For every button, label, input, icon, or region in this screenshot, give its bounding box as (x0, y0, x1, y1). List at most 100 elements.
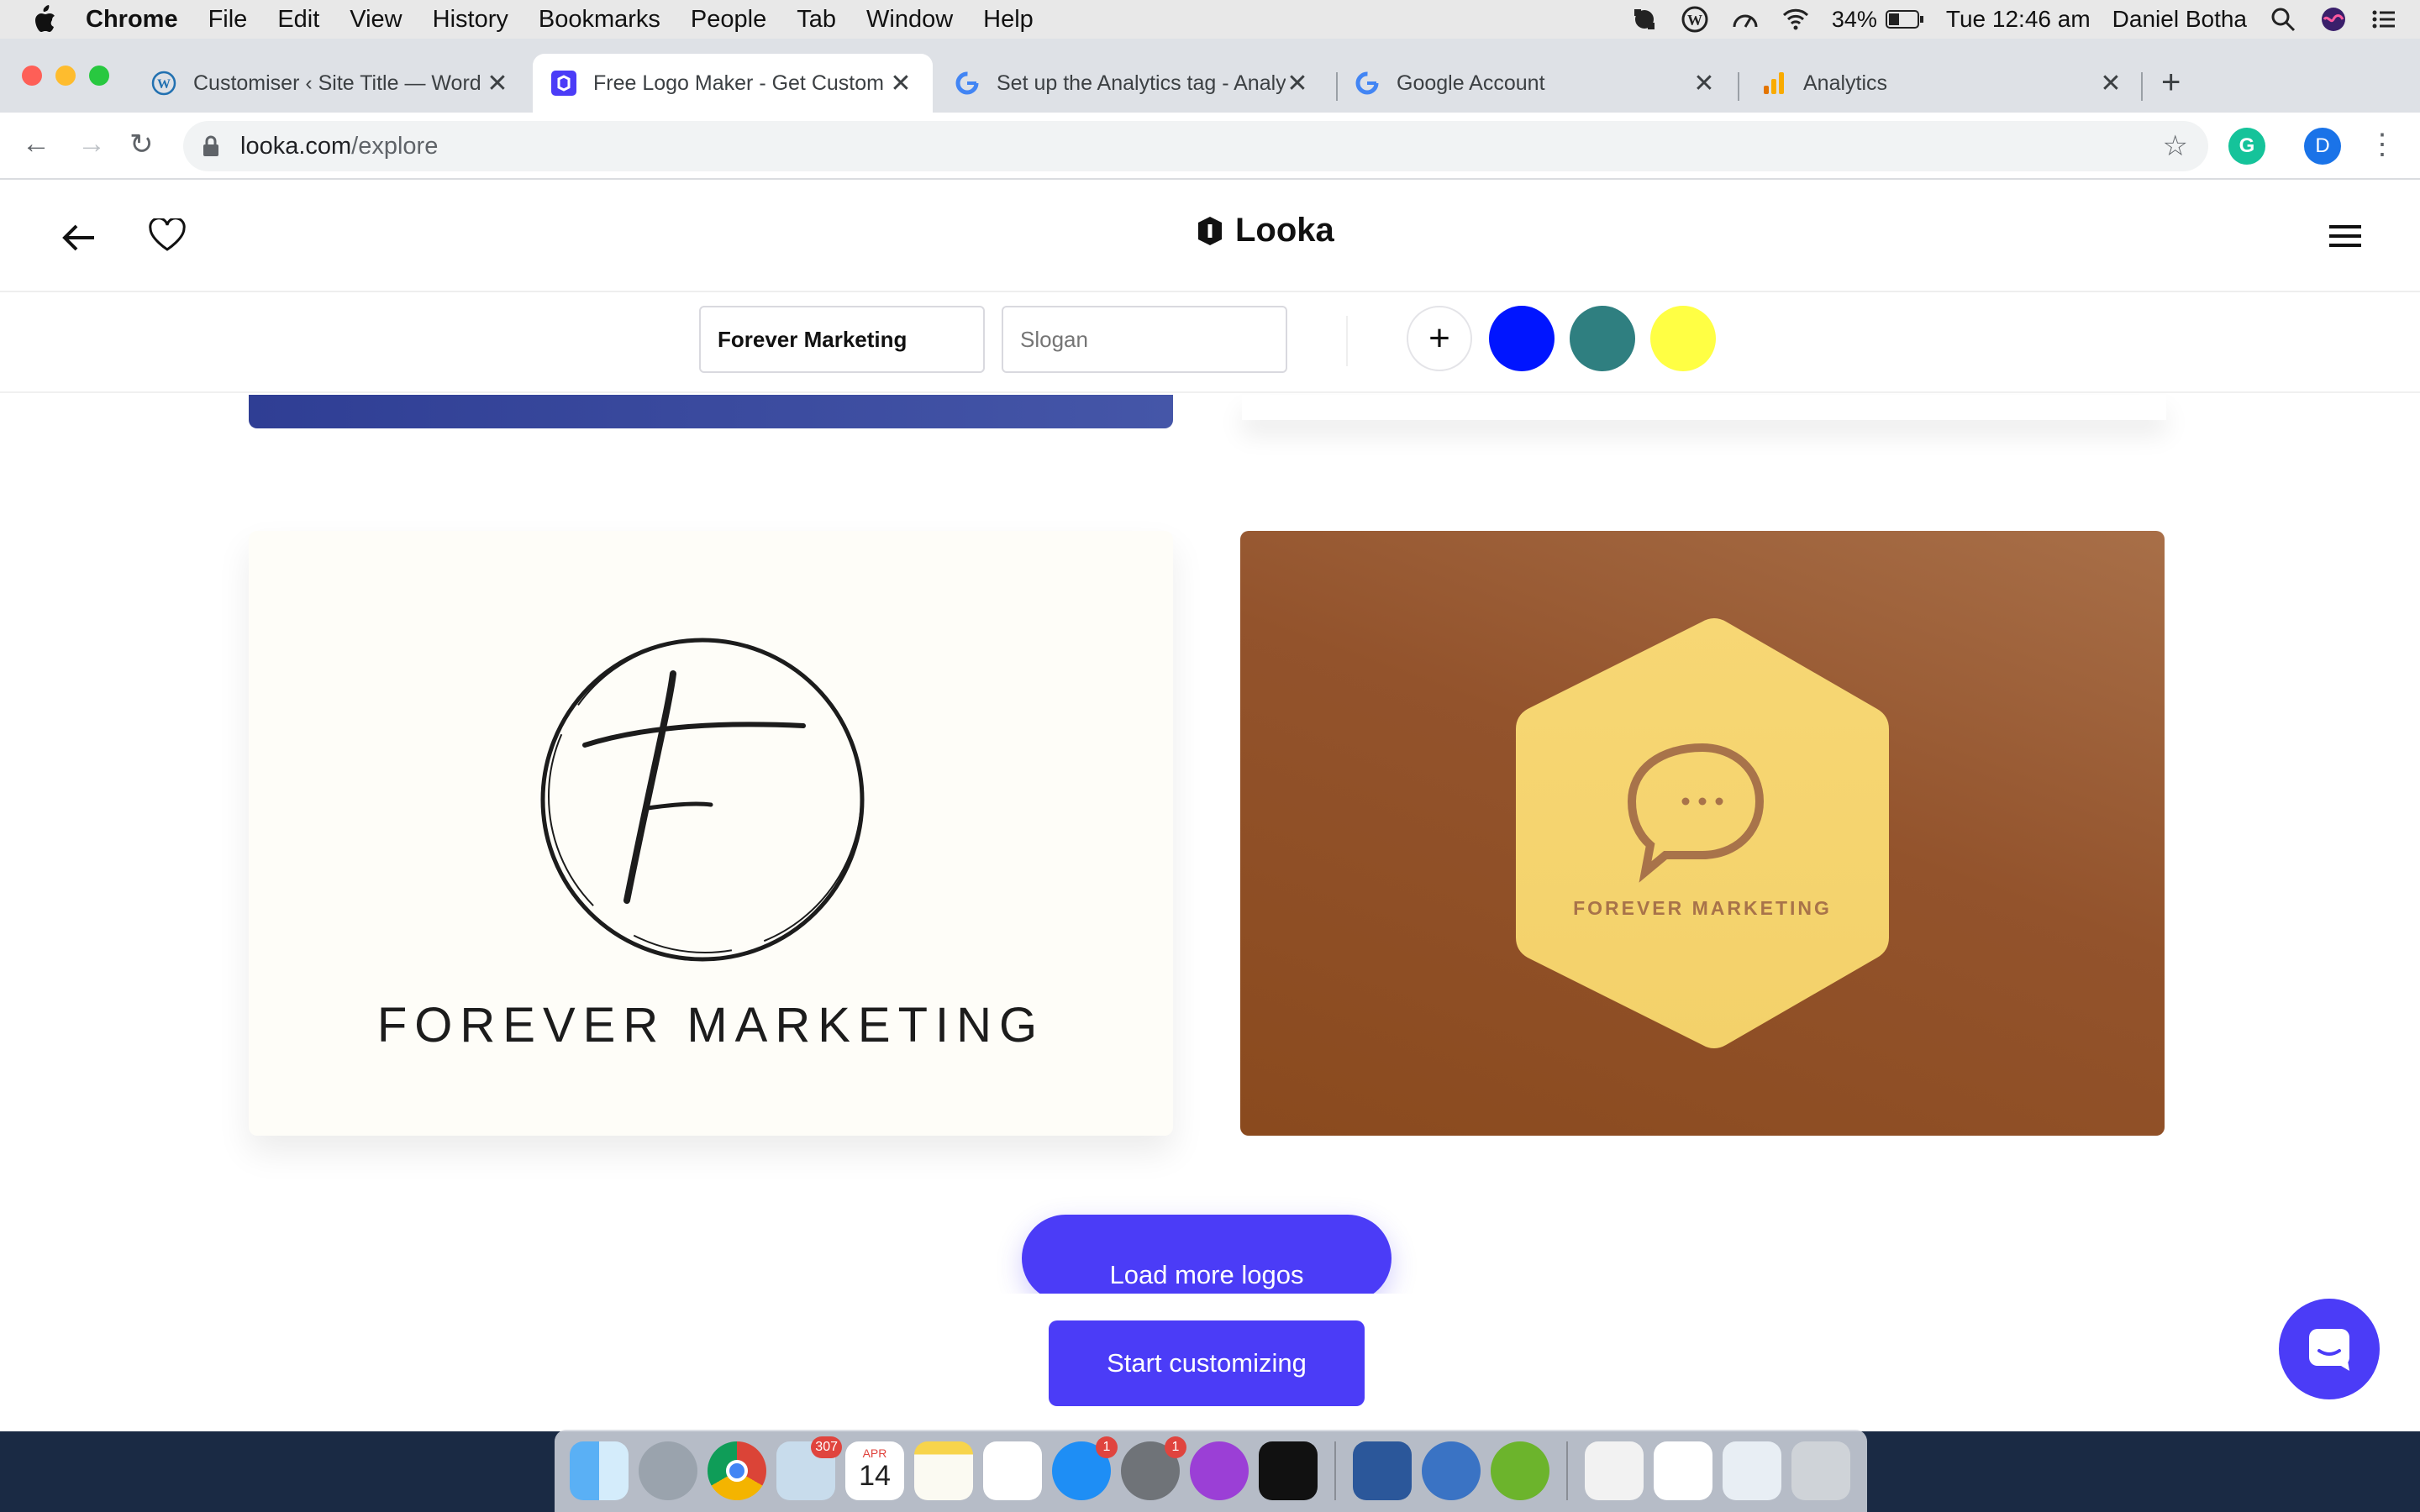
filters-divider (1346, 316, 1348, 366)
forward-icon[interactable]: → (77, 128, 106, 160)
close-tab-icon[interactable]: ✕ (486, 69, 509, 98)
finder-app-icon[interactable] (570, 1441, 629, 1500)
menu-bookmarks[interactable]: Bookmarks (539, 6, 660, 34)
battery-percent: 34% (1831, 6, 1877, 32)
tab-title: Free Logo Maker - Get Custom (593, 71, 884, 95)
spotlight-search-icon[interactable] (2269, 5, 2297, 34)
minimize-window-button[interactable] (55, 66, 76, 86)
close-tab-icon[interactable]: ✕ (1692, 69, 1716, 98)
logo-card-partial[interactable] (249, 395, 1173, 428)
tab-analytics-tag[interactable]: Set up the Analytics tag - Analy ✕ (936, 54, 1329, 113)
looka-icon (551, 71, 576, 96)
app-store-badge: 1 (1096, 1436, 1118, 1458)
menu-edit[interactable]: Edit (277, 6, 319, 34)
launchpad-app-icon[interactable] (639, 1441, 697, 1500)
apple-icon[interactable] (32, 5, 57, 34)
tab-strip: W Customiser ‹ Site Title — Word ✕ Free … (0, 39, 2420, 113)
close-tab-icon[interactable]: ✕ (889, 69, 913, 98)
tab-wordpress-customiser[interactable]: W Customiser ‹ Site Title — Word ✕ (118, 54, 529, 113)
menu-file[interactable]: File (208, 6, 248, 34)
menu-tab[interactable]: Tab (797, 6, 836, 34)
bookmark-star-icon[interactable]: ☆ (2163, 129, 2188, 163)
tab-separator (1738, 72, 1739, 101)
reload-icon[interactable]: ↻ (129, 128, 154, 161)
notes-app-icon[interactable] (914, 1441, 973, 1500)
zoom-window-button[interactable] (89, 66, 109, 86)
svg-text:W: W (1687, 12, 1702, 29)
tab-google-account[interactable]: Google Account ✕ (1339, 54, 1736, 113)
grammarly-extension-icon[interactable]: G (2228, 128, 2265, 165)
close-tab-icon[interactable]: ✕ (1286, 69, 1309, 98)
looka-logo[interactable]: Looka (1193, 212, 1334, 249)
app-store-icon[interactable]: 1 (1052, 1436, 1118, 1500)
heart-icon[interactable] (148, 218, 187, 252)
logo-filters-bar: + (0, 294, 2420, 393)
logo-card[interactable]: FOREVER MARKETING (1240, 531, 2165, 1136)
chrome-menu-icon[interactable]: ⋮ (2368, 128, 2396, 161)
load-more-logos-button[interactable]: Load more logos (1022, 1215, 1392, 1302)
wordpress-tray-icon[interactable]: W (1681, 5, 1709, 34)
hamburger-menu-icon[interactable] (2329, 223, 2361, 249)
tool-icon[interactable] (1630, 5, 1659, 34)
company-name-input[interactable] (699, 306, 985, 373)
calendar-app-icon[interactable]: APR 14 (845, 1441, 904, 1500)
vpn-app-icon[interactable] (1422, 1441, 1481, 1500)
battery-icon[interactable] (1885, 9, 1924, 29)
color-swatch-yellow[interactable] (1650, 306, 1716, 371)
macos-menu-bar: Chrome File Edit View History Bookmarks … (0, 0, 2420, 39)
hexagon-emblem (1516, 618, 1889, 1048)
reminders-app-icon[interactable] (983, 1441, 1042, 1500)
mail-app-icon[interactable]: 307 (776, 1436, 842, 1500)
profile-avatar[interactable]: D (2304, 128, 2341, 165)
speedometer-icon[interactable] (1731, 5, 1760, 34)
menu-help[interactable]: Help (983, 6, 1034, 34)
back-arrow-icon[interactable] (62, 223, 96, 252)
tab-analytics[interactable]: Analytics ✕ (1741, 54, 2143, 113)
color-swatch-blue[interactable] (1489, 306, 1555, 371)
chrome-app-icon[interactable] (708, 1441, 766, 1500)
notification-center-icon[interactable] (2370, 5, 2398, 34)
siri-icon[interactable] (2319, 5, 2348, 34)
user-name[interactable]: Daniel Botha (2112, 6, 2247, 33)
downloads-stack-icon[interactable] (1723, 1441, 1781, 1500)
utorrent-app-icon[interactable] (1491, 1441, 1549, 1500)
close-window-button[interactable] (22, 66, 42, 86)
browser-window: W Customiser ‹ Site Title — Word ✕ Free … (0, 39, 2420, 1431)
color-swatch-teal[interactable] (1570, 306, 1635, 371)
start-customizing-button[interactable]: Start customizing (1049, 1320, 1365, 1406)
add-color-button[interactable]: + (1407, 306, 1472, 371)
logo-card-partial[interactable] (1242, 395, 2166, 420)
browser-toolbar: ← → ↻ looka.com/explore ☆ G D ⋮ (0, 113, 2420, 180)
menu-app-name[interactable]: Chrome (86, 6, 178, 34)
tab-looka-free-logo-maker[interactable]: Free Logo Maker - Get Custom ✕ (533, 54, 933, 113)
logo-card[interactable]: FOREVER MARKETING (249, 531, 1173, 1136)
tab-title: Customiser ‹ Site Title — Word (193, 71, 481, 95)
word-document-icon[interactable] (1654, 1441, 1712, 1500)
clock[interactable]: Tue 12:46 am (1946, 6, 2091, 33)
apple-tv-app-icon[interactable] (1259, 1441, 1318, 1500)
podcasts-app-icon[interactable] (1190, 1441, 1249, 1500)
wifi-icon[interactable] (1781, 5, 1810, 34)
system-preferences-icon[interactable]: 1 (1121, 1436, 1186, 1500)
address-bar[interactable]: looka.com/explore ☆ (183, 121, 2208, 171)
trash-icon[interactable] (1791, 1441, 1850, 1500)
macos-dock: 307 APR 14 1 1 (555, 1430, 1867, 1512)
dock-separator (1334, 1441, 1336, 1500)
svg-text:W: W (157, 77, 171, 92)
menu-view[interactable]: View (350, 6, 402, 34)
document-stack-icon[interactable] (1585, 1441, 1644, 1500)
menu-window[interactable]: Window (866, 6, 953, 34)
lock-icon[interactable] (202, 135, 220, 157)
google-icon (1355, 71, 1379, 95)
close-tab-icon[interactable]: ✕ (2099, 69, 2123, 98)
word-app-icon[interactable] (1353, 1441, 1412, 1500)
new-tab-button[interactable]: + (2161, 64, 2181, 102)
menu-history[interactable]: History (433, 6, 508, 34)
slogan-input[interactable] (1002, 306, 1287, 373)
chat-launcher-button[interactable] (2279, 1299, 2380, 1399)
google-icon (955, 71, 979, 95)
back-icon[interactable]: ← (22, 128, 50, 160)
chat-bubble-icon (2309, 1329, 2349, 1371)
calendar-day: 14 (859, 1460, 891, 1492)
menu-people[interactable]: People (691, 6, 766, 34)
